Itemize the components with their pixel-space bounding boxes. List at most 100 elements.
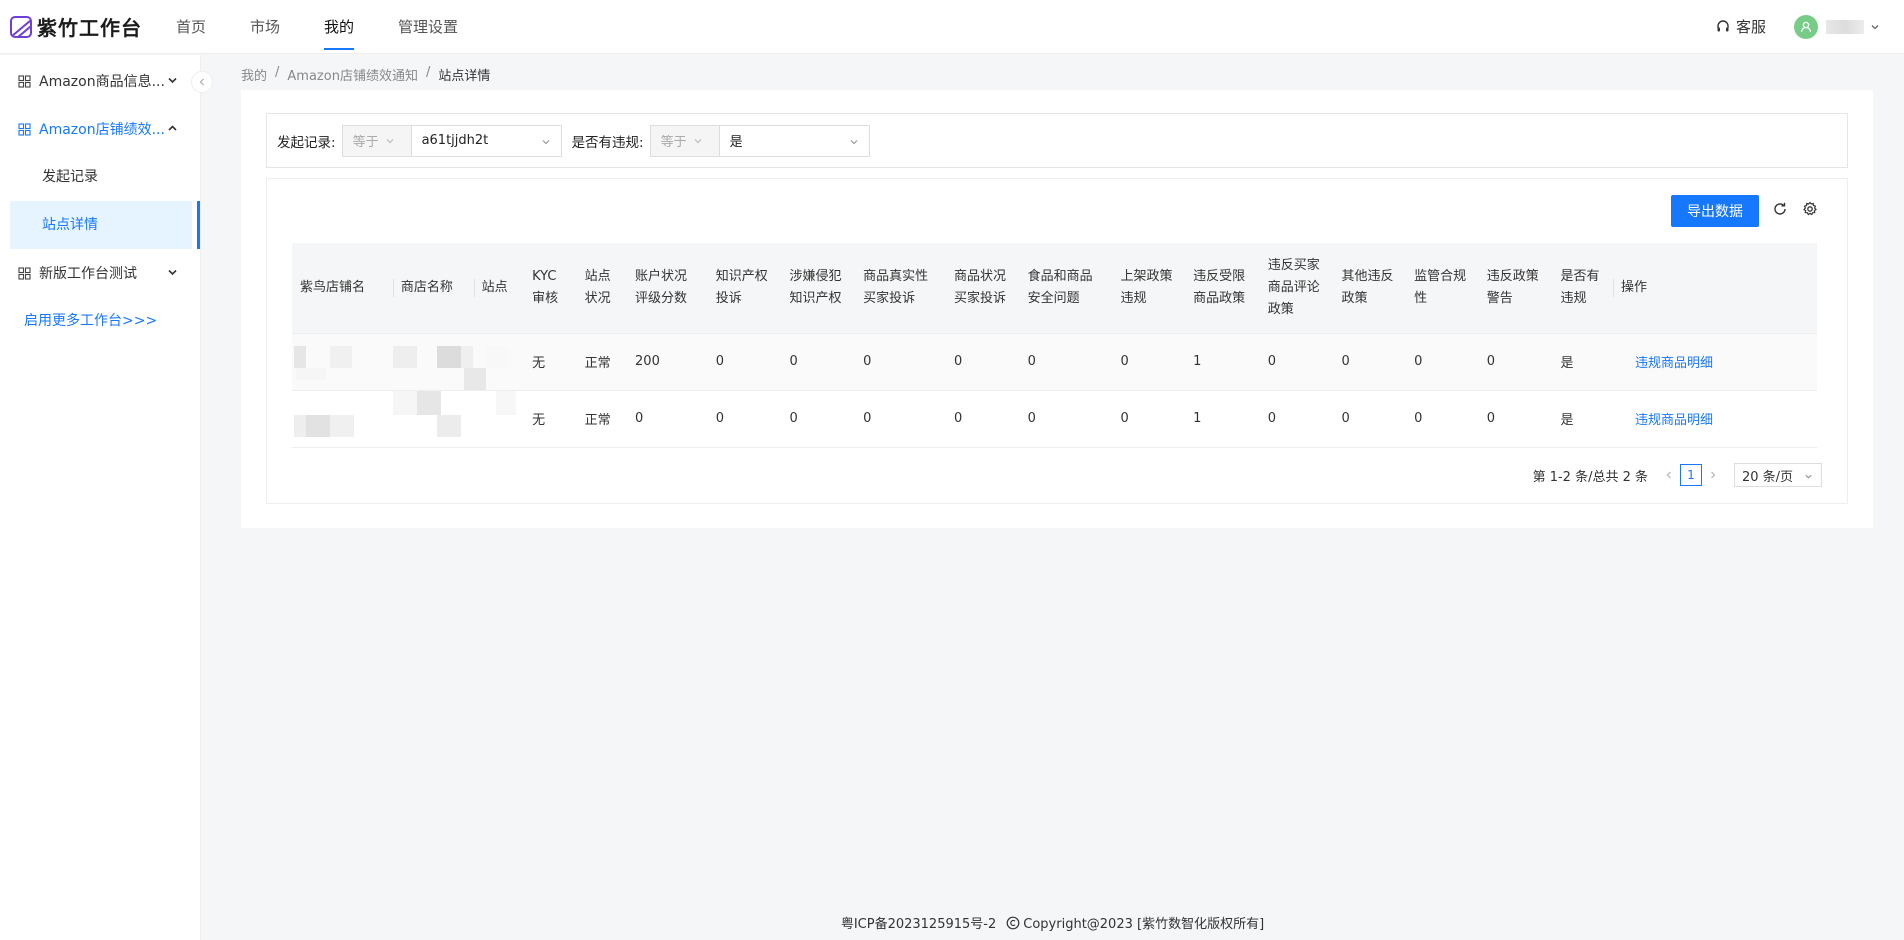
grid-icon xyxy=(18,74,31,88)
table-cell: 0 xyxy=(1112,333,1186,391)
table-cell-action: 违规商品明细 xyxy=(1612,333,1817,391)
top-nav: 首页 市场 我的 管理设置 xyxy=(176,0,502,54)
column-header: 商店名称 xyxy=(392,243,474,334)
filter-operator-select[interactable]: 等于 xyxy=(649,124,720,157)
table-cell: 0 xyxy=(1112,390,1186,448)
pagination-summary: 第 1-2 条/总共 2 条 xyxy=(1532,469,1648,485)
table-cell: 0 xyxy=(1406,390,1479,448)
nav-item-home[interactable]: 首页 xyxy=(176,0,206,54)
table-cell: 0 xyxy=(707,390,782,448)
table-cell: 0 xyxy=(1478,333,1553,391)
chevron-right-icon[interactable] xyxy=(1708,470,1718,480)
table-cell: 0 xyxy=(1333,333,1407,391)
sidebar: Amazon商品信息... Amazon店铺绩效... 发起记录 站点详情 新版… xyxy=(0,55,201,940)
table-cell-action: 违规商品明细 xyxy=(1612,390,1817,448)
chevron-down-icon xyxy=(694,138,702,143)
column-header: 商品真实性 买家投诉 xyxy=(855,243,946,334)
filter-label-has-violation: 是否有违规: xyxy=(571,134,644,151)
table-cell: 0 xyxy=(1478,390,1553,448)
sidebar-item-new-workbench-test[interactable]: 新版工作台测试 xyxy=(0,249,200,297)
column-header: 违反买家 商品评论 政策 xyxy=(1259,243,1334,334)
table-cell: 正常 xyxy=(576,390,628,448)
column-header: 知识产权 投诉 xyxy=(707,243,782,334)
filter-has-violation-select[interactable]: 是 xyxy=(719,124,870,157)
sidebar-item-amazon-product-info[interactable]: Amazon商品信息... xyxy=(0,57,200,105)
column-header: 操作 xyxy=(1612,243,1817,334)
chevron-down-icon xyxy=(1871,24,1879,29)
operator-value: 等于 xyxy=(352,135,379,150)
app-name: 紫竹工作台 xyxy=(37,16,142,40)
table-cell: 0 xyxy=(781,333,856,391)
pagination: 第 1-2 条/总共 2 条 1 20 条/页 xyxy=(1533,463,1822,487)
table-cell: 0 xyxy=(707,333,782,391)
violation-product-details-link[interactable]: 违规商品明细 xyxy=(1635,356,1713,371)
table-cell: 0 xyxy=(855,390,946,448)
main-card: 发起记录: 等于 a61tjjdh2t 是否有违规: 等于 是 导出数据 紫鸟店… xyxy=(241,90,1873,528)
column-header: 站点 状况 xyxy=(576,243,628,334)
chevron-down-icon xyxy=(168,77,177,84)
page-number-button[interactable]: 1 xyxy=(1680,464,1702,486)
logo-mark-icon xyxy=(10,15,32,38)
column-header: KYC 审核 xyxy=(524,243,577,334)
table-cell: 0 xyxy=(855,333,946,391)
sidebar-subitem-launch-records[interactable]: 发起记录 xyxy=(0,153,200,201)
table-cell: 无 xyxy=(524,333,577,391)
shop-name-redacted xyxy=(292,390,393,448)
enable-more-workbenches-link[interactable]: 启用更多工作台>>> xyxy=(0,297,200,345)
chevron-left-icon[interactable] xyxy=(1664,470,1674,480)
table-cell: 0 xyxy=(945,333,1020,391)
footer: 粤ICP备2023125915号-2 Copyright@2023 [紫竹数智化… xyxy=(201,913,1904,932)
breadcrumb-separator: / xyxy=(425,65,431,80)
column-header: 紫鸟店铺名 xyxy=(292,243,393,334)
violation-product-details-link[interactable]: 违规商品明细 xyxy=(1635,413,1713,428)
filter-label-launch-record: 发起记录: xyxy=(277,134,336,151)
sidebar-item-label: 新版工作台测试 xyxy=(39,266,137,282)
select-value: a61tjjdh2t xyxy=(421,133,489,148)
grid-icon xyxy=(18,122,31,136)
page-size-value: 20 条/页 xyxy=(1742,469,1794,485)
avatar xyxy=(1794,14,1818,39)
breadcrumb-item-mine[interactable]: 我的 xyxy=(241,65,267,84)
filter-operator-select[interactable]: 等于 xyxy=(341,124,412,157)
refresh-icon[interactable] xyxy=(1772,201,1788,217)
table-cell: 0 xyxy=(1019,390,1113,448)
sidebar-item-amazon-shop-performance[interactable]: Amazon店铺绩效... xyxy=(0,105,200,153)
app-logo[interactable]: 紫竹工作台 xyxy=(10,12,160,41)
user-menu[interactable] xyxy=(1794,14,1880,39)
shop-name-redacted xyxy=(292,333,393,391)
filter-bar: 发起记录: 等于 a61tjjdh2t 是否有违规: 等于 是 xyxy=(266,113,1848,168)
export-data-button[interactable]: 导出数据 xyxy=(1671,195,1759,227)
grid-icon xyxy=(18,266,31,280)
table-cell: 是 xyxy=(1552,390,1613,448)
icp-license[interactable]: 粤ICP备2023125915号-2 xyxy=(841,913,996,932)
nav-item-admin-settings[interactable]: 管理设置 xyxy=(398,0,458,54)
customer-service-button[interactable]: 客服 xyxy=(1716,16,1766,37)
column-header: 是否有 违规 xyxy=(1552,243,1613,334)
table-cell: 0 xyxy=(781,390,856,448)
operator-value: 等于 xyxy=(660,135,687,150)
table-cell: 无 xyxy=(524,390,577,448)
sidebar-subitem-site-details[interactable]: 站点详情 xyxy=(10,201,200,249)
breadcrumb-separator: / xyxy=(275,65,280,80)
column-header: 站点 xyxy=(473,243,525,334)
chevron-down-icon xyxy=(542,139,549,144)
column-header: 账户状况 评级分数 xyxy=(627,243,708,334)
chevron-down-icon xyxy=(168,269,177,276)
column-header: 食品和商品 安全问题 xyxy=(1019,243,1113,334)
sidebar-collapse-button[interactable] xyxy=(191,71,213,93)
filter-launch-record-select[interactable]: a61tjjdh2t xyxy=(411,124,562,157)
breadcrumb-item-shop-performance[interactable]: Amazon店铺绩效通知 xyxy=(287,65,418,84)
table-header-row: 紫鸟店铺名 商店名称 站点 KYC 审核 站点 状况 账户状况 评级分数 知识产权 投诉… xyxy=(292,243,1817,334)
headset-icon xyxy=(1717,19,1729,31)
gear-icon[interactable] xyxy=(1802,201,1818,217)
site-redacted xyxy=(463,333,525,391)
header-right: 客服 xyxy=(1716,14,1880,39)
nav-item-market[interactable]: 市场 xyxy=(250,0,280,54)
select-value: 是 xyxy=(729,135,743,150)
nav-item-mine[interactable]: 我的 xyxy=(324,0,355,54)
site-details-table: 紫鸟店铺名 商店名称 站点 KYC 审核 站点 状况 账户状况 评级分数 知识产权 投诉… xyxy=(292,243,1817,448)
page-size-select[interactable]: 20 条/页 xyxy=(1734,463,1822,487)
table-cell: 是 xyxy=(1552,333,1613,391)
table-cell: 0 xyxy=(945,390,1020,448)
chevron-down-icon xyxy=(850,139,858,144)
